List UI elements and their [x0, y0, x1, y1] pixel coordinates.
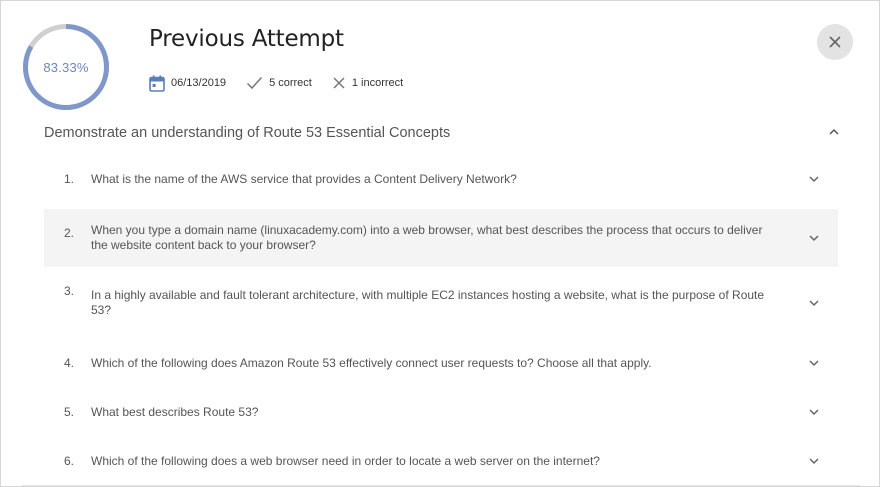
question-number: 6. — [64, 454, 75, 468]
section-title: Demonstrate an understanding of Route 53… — [44, 125, 451, 141]
divider — [22, 485, 860, 486]
question-text: Which of the following does a web browse… — [91, 453, 600, 468]
previous-attempt-modal: 83.33% Previous Attempt 06/13/2019 5 cor… — [0, 0, 880, 487]
question-text: What is the name of the AWS service that… — [91, 171, 517, 186]
incorrect-count-text: 1 incorrect — [351, 77, 404, 89]
score-ring: 83.33% — [22, 23, 110, 111]
question-number: 5. — [64, 405, 75, 419]
question-row-1[interactable]: 1. What is the name of the AWS service t… — [44, 149, 838, 209]
incorrect-count: 1 incorrect — [332, 76, 403, 90]
question-number: 3. — [64, 284, 75, 298]
chevron-down-icon[interactable] — [807, 172, 821, 186]
attempt-header: 83.33% Previous Attempt 06/13/2019 5 cor… — [1, 1, 880, 119]
question-row-3[interactable]: 3. In a highly available and fault toler… — [44, 267, 838, 339]
question-row-5[interactable]: 5. What best describes Route 53? — [44, 387, 838, 437]
chevron-up-icon[interactable] — [827, 125, 841, 139]
chevron-down-icon[interactable] — [807, 454, 821, 468]
score-percent: 83.33% — [43, 59, 89, 75]
question-row-2[interactable]: 2. When you type a domain name (linuxaca… — [44, 209, 838, 267]
question-text: Which of the following does Amazon Route… — [91, 355, 652, 370]
correct-count: 5 correct — [246, 76, 312, 90]
question-number: 1. — [64, 172, 75, 186]
close-icon — [829, 36, 841, 48]
chevron-down-icon[interactable] — [807, 356, 821, 370]
question-row-6[interactable]: 6. Which of the following does a web bro… — [44, 437, 838, 485]
question-text: When you type a domain name (linuxacadem… — [91, 223, 763, 252]
chevron-down-icon[interactable] — [807, 405, 821, 419]
x-icon — [333, 77, 345, 89]
calendar-icon — [149, 75, 165, 92]
question-number: 2. — [64, 226, 75, 240]
chevron-down-icon[interactable] — [807, 296, 821, 310]
question-text: What best describes Route 53? — [91, 404, 259, 419]
attempt-date-text: 06/13/2019 — [171, 77, 227, 89]
question-list: 1. What is the name of the AWS service t… — [44, 149, 838, 485]
question-row-4[interactable]: 4. Which of the following does Amazon Ro… — [44, 339, 838, 387]
attempt-date: 06/13/2019 — [149, 75, 226, 92]
page-title: Previous Attempt — [149, 26, 344, 52]
question-number: 4. — [64, 356, 75, 370]
close-button[interactable] — [817, 24, 853, 60]
correct-count-text: 5 correct — [269, 77, 312, 89]
check-icon — [247, 76, 263, 90]
attempt-meta: 06/13/2019 5 correct 1 incorrect — [149, 73, 423, 93]
chevron-down-icon[interactable] — [807, 231, 821, 245]
question-text: In a highly available and fault tolerant… — [91, 288, 765, 317]
